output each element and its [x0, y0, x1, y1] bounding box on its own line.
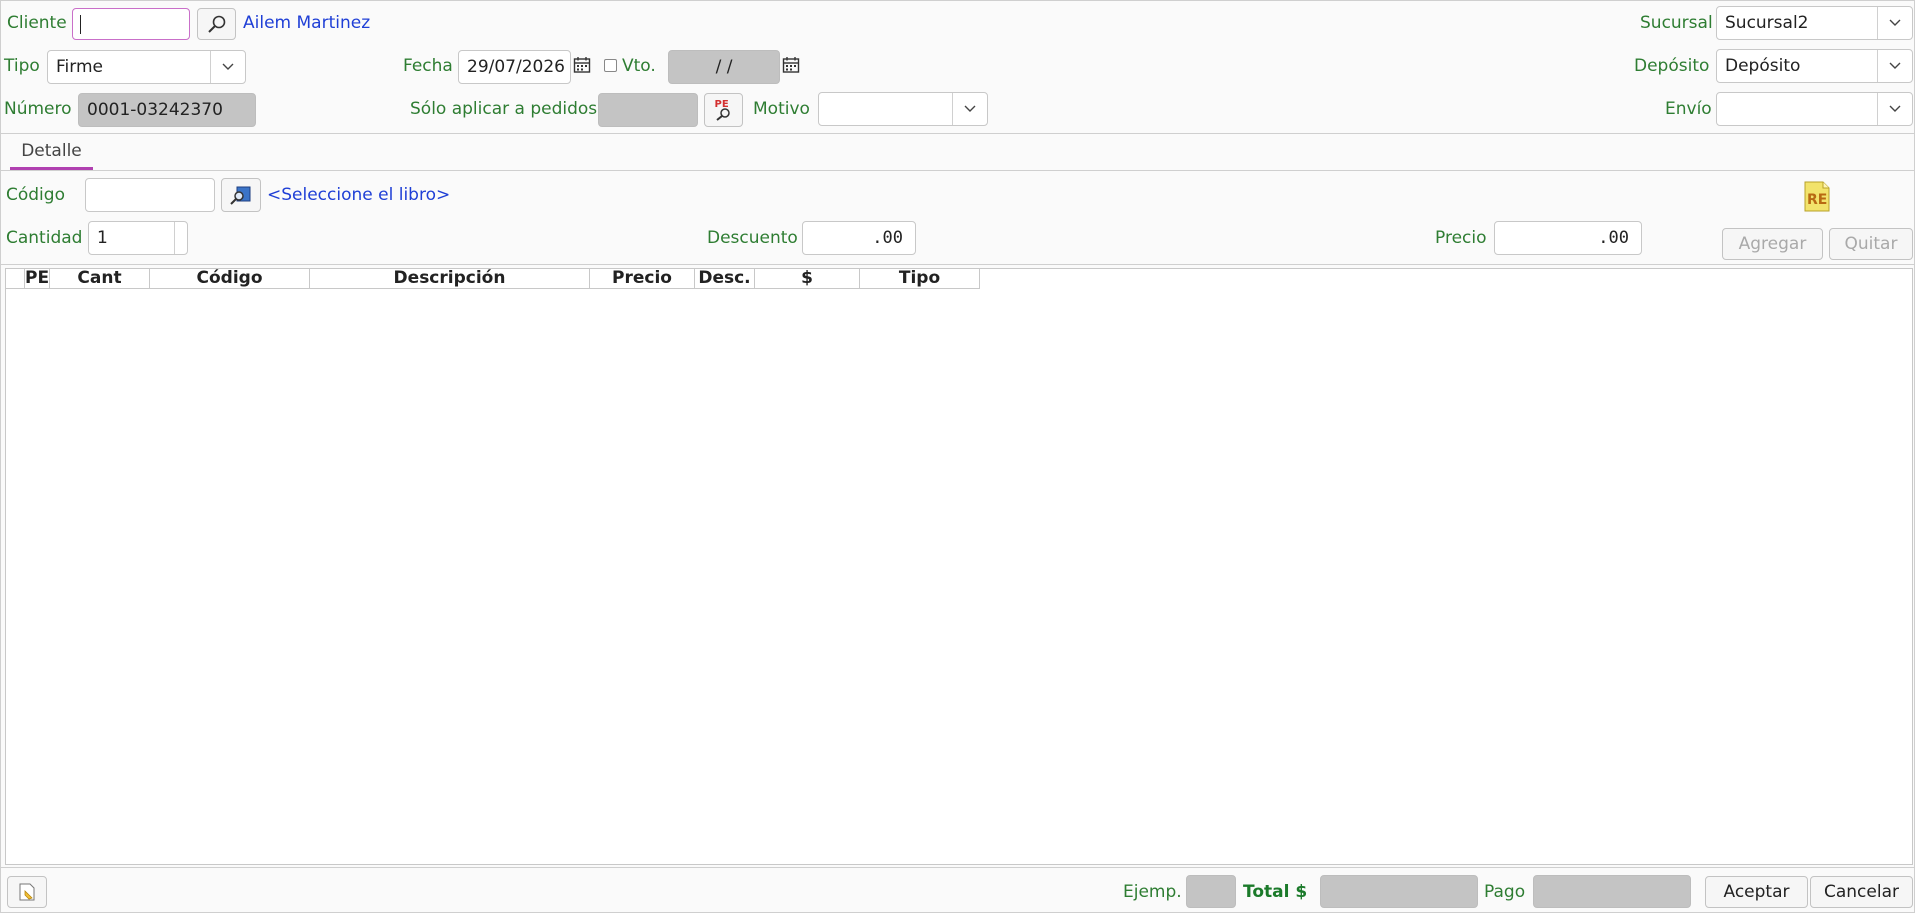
footer-divider [0, 867, 1915, 868]
agregar-button[interactable]: Agregar [1722, 228, 1823, 260]
grid-col-codigo[interactable]: Código [150, 269, 310, 289]
search-icon [207, 14, 227, 34]
items-grid[interactable]: PE Cant Código Descripción Precio Desc. … [5, 268, 1913, 865]
cancelar-button[interactable]: Cancelar [1810, 876, 1913, 908]
chevron-down-icon[interactable] [1877, 50, 1912, 82]
sucursal-label: Sucursal [1640, 13, 1713, 33]
cantidad-value: 1 [97, 228, 108, 248]
re-badge: RE [1807, 192, 1828, 208]
grid-col-tipo[interactable]: Tipo [860, 269, 980, 289]
descuento-label: Descuento [707, 228, 798, 248]
tipo-label: Tipo [4, 56, 40, 76]
numero-label: Número [4, 99, 72, 119]
motivo-select[interactable] [818, 92, 988, 126]
cantidad-label: Cantidad [6, 228, 83, 248]
grid-col-pe[interactable]: PE [25, 269, 50, 289]
vto-input[interactable]: / / [668, 50, 780, 84]
tab-detalle[interactable]: Detalle [10, 140, 93, 170]
grid-row-selector-header [6, 269, 25, 289]
new-note-button[interactable] [7, 876, 47, 908]
cliente-label: Cliente [7, 13, 67, 33]
cantidad-input[interactable]: 1 [88, 221, 188, 255]
seleccione-libro-link[interactable]: <Seleccione el libro> [267, 185, 450, 205]
grid-col-desc[interactable]: Desc. [695, 269, 755, 289]
tab-detalle-label: Detalle [21, 141, 82, 161]
chevron-down-icon[interactable] [210, 51, 245, 83]
pago-value [1533, 875, 1691, 908]
grid-col-cant[interactable]: Cant [50, 269, 150, 289]
quitar-button[interactable]: Quitar [1829, 228, 1913, 260]
deposito-select[interactable]: Depósito [1716, 49, 1913, 83]
descuento-input[interactable]: .00 [802, 221, 916, 255]
sucursal-select-value: Sucursal2 [1725, 13, 1809, 33]
codigo-label: Código [6, 185, 65, 205]
re-document-icon[interactable]: RE [1801, 180, 1832, 213]
tab-bar-line [0, 170, 1915, 171]
calendar-icon[interactable] [573, 56, 591, 74]
header-divider [0, 133, 1915, 134]
fecha-input[interactable]: 29/07/2026 [458, 50, 571, 84]
chevron-down-icon[interactable] [1877, 7, 1912, 39]
new-document-icon [17, 882, 37, 902]
grid-col-precio[interactable]: Precio [590, 269, 695, 289]
pedido-search-icon: PE [713, 99, 735, 121]
envio-select[interactable] [1716, 92, 1913, 126]
motivo-label: Motivo [753, 99, 810, 119]
detail-divider [0, 264, 1915, 265]
pago-label: Pago [1484, 882, 1526, 902]
sucursal-select[interactable]: Sucursal2 [1716, 6, 1913, 40]
libro-search-button[interactable] [221, 178, 261, 212]
book-search-icon [230, 185, 252, 205]
total-label: Total $ [1243, 882, 1308, 902]
grid-header: PE Cant Código Descripción Precio Desc. … [6, 269, 980, 289]
codigo-input[interactable] [85, 178, 215, 212]
solo-pedidos-label: Sólo aplicar a pedidos [410, 99, 598, 119]
ejemp-value [1186, 875, 1236, 908]
pedidos-search-button[interactable]: PE [704, 93, 743, 127]
deposito-select-value: Depósito [1725, 56, 1801, 76]
cantidad-spinner[interactable] [174, 222, 187, 254]
cliente-search-button[interactable] [197, 8, 236, 40]
total-value [1320, 875, 1478, 908]
cliente-name: Ailem Martinez [243, 13, 371, 33]
deposito-label: Depósito [1634, 56, 1710, 76]
ejemp-label: Ejemp. [1123, 882, 1182, 902]
tipo-select-value: Firme [56, 57, 103, 77]
envio-label: Envío [1665, 99, 1712, 119]
chevron-down-icon[interactable] [1877, 93, 1912, 125]
fecha-label: Fecha [403, 56, 453, 76]
calendar-icon[interactable] [782, 56, 800, 74]
grid-col-importe[interactable]: $ [755, 269, 860, 289]
precio-input[interactable]: .00 [1494, 221, 1642, 255]
precio-label: Precio [1435, 228, 1487, 248]
text-caret [80, 15, 81, 34]
chevron-down-icon[interactable] [952, 93, 987, 125]
tipo-select[interactable]: Firme [47, 50, 246, 84]
vto-checkbox[interactable] [604, 59, 617, 72]
numero-input: 0001-03242370 [78, 93, 256, 127]
grid-col-descripcion[interactable]: Descripción [310, 269, 590, 289]
cliente-input[interactable] [72, 8, 190, 40]
aceptar-button[interactable]: Aceptar [1705, 876, 1808, 908]
solo-pedidos-input[interactable] [598, 93, 698, 127]
vto-label: Vto. [622, 56, 656, 76]
